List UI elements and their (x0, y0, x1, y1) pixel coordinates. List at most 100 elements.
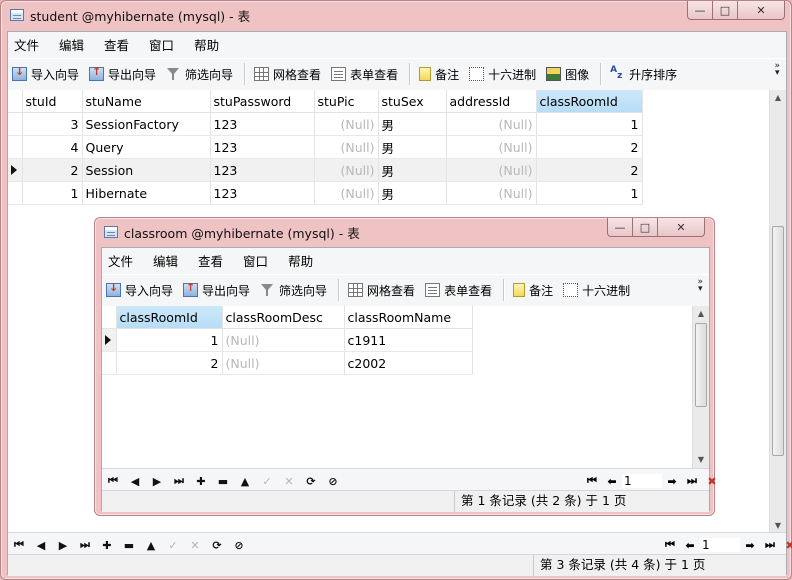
column-header-selected[interactable]: classRoomId (536, 90, 643, 113)
column-header-selected[interactable]: classRoomId (116, 306, 223, 329)
minimize-button[interactable]: — (687, 1, 713, 20)
cell[interactable]: (Null) (446, 158, 537, 182)
next-page-icon[interactable]: ➡ (662, 475, 682, 488)
image-button[interactable]: 图像 (542, 62, 593, 86)
filter-wizard-button[interactable]: 筛选向导 (162, 62, 237, 86)
close-button[interactable]: ✕ (657, 218, 705, 237)
cell[interactable]: (Null) (446, 135, 537, 159)
column-header[interactable]: stuName (82, 90, 211, 113)
row-header[interactable] (8, 112, 23, 136)
row-header[interactable] (8, 158, 23, 182)
row-header[interactable] (8, 181, 23, 205)
cell[interactable]: (Null) (446, 181, 537, 205)
export-wizard-button[interactable]: 导出向导 (179, 278, 254, 302)
cancel-icon[interactable]: ✕ (278, 475, 300, 488)
table-row-current[interactable]: 2 Session 123 (Null) 男 (Null) 2 (8, 158, 643, 182)
page-number-input[interactable] (622, 474, 662, 488)
classroom-vertical-scrollbar[interactable]: ▲ ▼ (692, 306, 709, 468)
menu-edit[interactable]: 编辑 (143, 251, 188, 270)
maximize-button[interactable]: □ (712, 1, 738, 20)
cell[interactable]: Hibernate (82, 181, 211, 205)
cell[interactable]: (Null) (314, 158, 379, 182)
column-header[interactable]: stuPic (314, 90, 379, 113)
table-row[interactable]: 3 SessionFactory 123 (Null) 男 (Null) 1 (8, 112, 643, 136)
stop-icon[interactable]: ⊘ (322, 475, 344, 488)
form-view-button[interactable]: 表单查看 (327, 62, 402, 86)
import-wizard-button[interactable]: 导入向导 (8, 62, 83, 86)
refresh-icon[interactable]: ⟳ (300, 475, 322, 488)
cell[interactable]: c2002 (344, 351, 473, 375)
form-view-button[interactable]: 表单查看 (421, 278, 496, 302)
add-record-icon[interactable]: ✚ (96, 539, 118, 552)
student-vertical-scrollbar[interactable]: ▲ ▼ (769, 90, 786, 534)
menu-view[interactable]: 查看 (188, 251, 233, 270)
scroll-thumb[interactable] (772, 226, 784, 456)
stop-icon[interactable]: ⊘ (228, 539, 250, 552)
column-header[interactable]: stuPassword (210, 90, 315, 113)
first-record-icon[interactable]: ⏮ (8, 538, 30, 552)
cell[interactable]: 123 (210, 135, 315, 159)
menu-window[interactable]: 窗口 (139, 35, 184, 54)
cell[interactable]: SessionFactory (82, 112, 211, 136)
refresh-icon[interactable]: ⟳ (206, 539, 228, 552)
page-number-input[interactable] (700, 538, 740, 552)
scroll-down-icon[interactable]: ▼ (693, 452, 709, 468)
import-wizard-button[interactable]: 导入向导 (102, 278, 177, 302)
scroll-up-icon[interactable]: ▲ (770, 90, 786, 106)
cell[interactable]: 男 (378, 112, 447, 136)
column-header[interactable]: classRoomName (344, 306, 473, 329)
cell[interactable]: 2 (116, 351, 223, 375)
memo-button[interactable]: 备注 (415, 62, 463, 86)
cell[interactable]: 2 (536, 158, 643, 182)
menu-edit[interactable]: 编辑 (49, 35, 94, 54)
cell[interactable]: c1911 (344, 328, 473, 352)
cell[interactable]: Query (82, 135, 211, 159)
up-icon[interactable]: ▲ (140, 539, 162, 552)
table-row-current[interactable]: 1 (Null) c1911 (102, 328, 473, 352)
cell[interactable]: 3 (22, 112, 83, 136)
table-row[interactable]: 1 Hibernate 123 (Null) 男 (Null) 1 (8, 181, 643, 205)
menu-help[interactable]: 帮助 (184, 35, 229, 54)
prev-page-icon[interactable]: ⬅ (680, 539, 700, 552)
next-page-icon[interactable]: ➡ (740, 539, 760, 552)
cancel-icon[interactable]: ✕ (184, 539, 206, 552)
up-icon[interactable]: ▲ (234, 475, 256, 488)
cell[interactable]: (Null) (314, 112, 379, 136)
sort-ascending-button[interactable]: 升序排序 (606, 62, 681, 86)
menu-window[interactable]: 窗口 (233, 251, 278, 270)
column-header[interactable]: addressId (446, 90, 537, 113)
row-header[interactable] (102, 328, 117, 352)
last-page-icon[interactable]: ⏭ (760, 538, 780, 552)
row-header[interactable] (102, 351, 117, 375)
scroll-up-icon[interactable]: ▲ (693, 306, 709, 322)
row-header[interactable] (8, 135, 23, 159)
add-record-icon[interactable]: ✚ (190, 475, 212, 488)
memo-button[interactable]: 备注 (509, 278, 557, 302)
first-page-icon[interactable]: ⏮ (660, 538, 680, 552)
grid-view-button[interactable]: 网格查看 (250, 62, 325, 86)
cell[interactable]: 123 (210, 158, 315, 182)
first-page-icon[interactable]: ⏮ (582, 474, 602, 488)
delete-record-icon[interactable]: ▬ (118, 539, 140, 552)
prev-record-icon[interactable]: ◀ (124, 475, 146, 488)
hex-button[interactable]: 十六进制 (559, 278, 634, 302)
settings-icon[interactable]: ✖ (780, 539, 792, 552)
cell[interactable]: Session (82, 158, 211, 182)
cell[interactable]: 4 (22, 135, 83, 159)
table-row[interactable]: 2 (Null) c2002 (102, 351, 473, 375)
delete-record-icon[interactable]: ▬ (212, 475, 234, 488)
cell[interactable]: 1 (536, 112, 643, 136)
last-record-icon[interactable]: ⏭ (168, 474, 190, 488)
grid-view-button[interactable]: 网格查看 (344, 278, 419, 302)
next-record-icon[interactable]: ▶ (146, 475, 168, 488)
cell[interactable]: 男 (378, 158, 447, 182)
first-record-icon[interactable]: ⏮ (102, 474, 124, 488)
cell[interactable]: (Null) (314, 135, 379, 159)
next-record-icon[interactable]: ▶ (52, 539, 74, 552)
cell[interactable]: 男 (378, 135, 447, 159)
table-row[interactable]: 4 Query 123 (Null) 男 (Null) 2 (8, 135, 643, 159)
cell[interactable]: 1 (22, 181, 83, 205)
menu-help[interactable]: 帮助 (278, 251, 323, 270)
hex-button[interactable]: 十六进制 (465, 62, 540, 86)
apply-icon[interactable]: ✓ (162, 539, 184, 552)
